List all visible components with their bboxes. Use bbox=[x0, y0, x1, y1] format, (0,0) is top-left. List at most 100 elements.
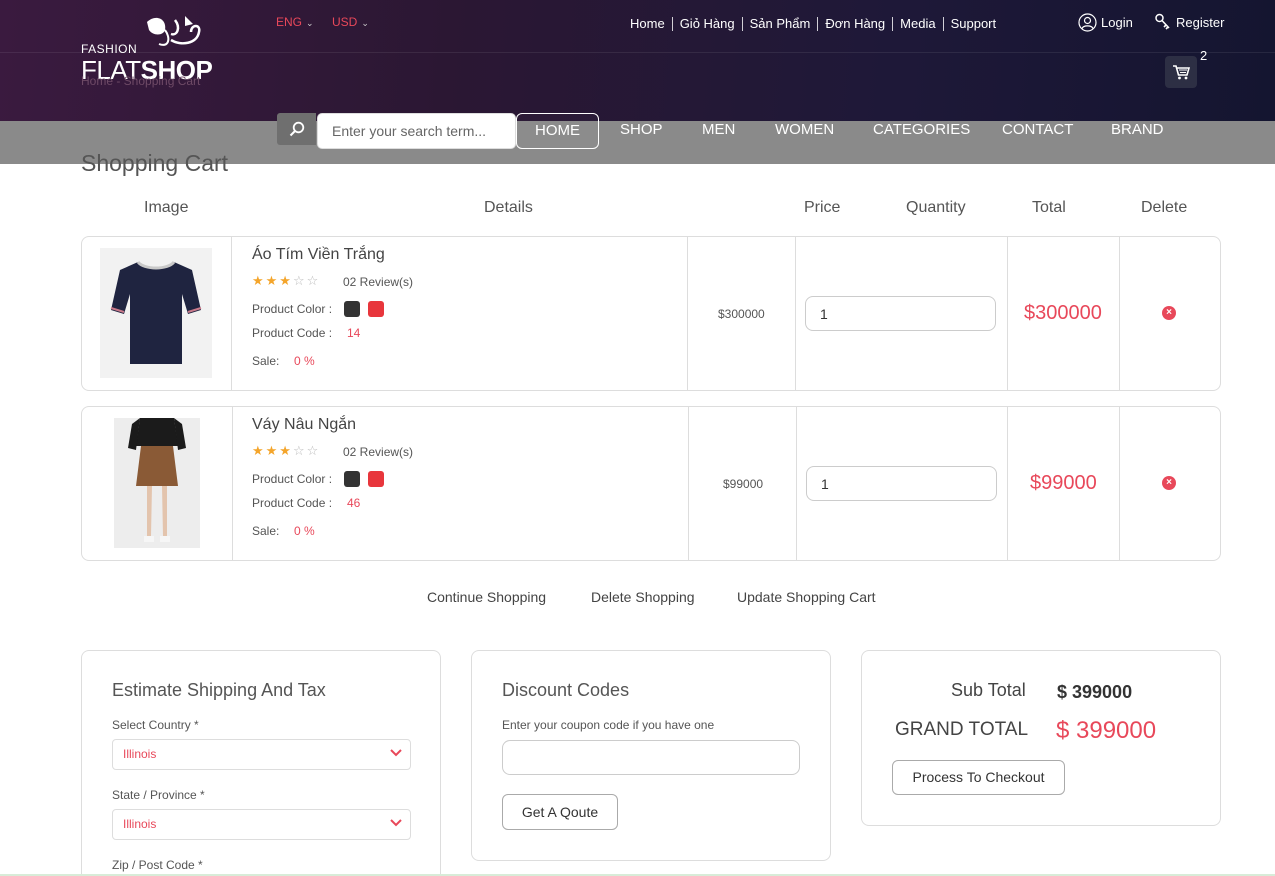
subtotal-label: Sub Total bbox=[951, 680, 1026, 700]
coupon-hint: Enter your coupon code if you have one bbox=[502, 718, 715, 732]
color-swatch-red[interactable] bbox=[368, 471, 384, 487]
top-nav-media[interactable]: Media bbox=[893, 16, 942, 31]
product-name[interactable]: Váy Nâu Ngắn bbox=[252, 416, 356, 434]
unit-price: $99000 bbox=[723, 477, 764, 491]
page-title: Shopping Cart bbox=[81, 150, 229, 176]
column-header-details: Details bbox=[484, 199, 533, 216]
cart-icon bbox=[1173, 65, 1190, 80]
top-nav-home[interactable]: Home bbox=[630, 16, 672, 31]
login-link[interactable]: Login bbox=[1078, 13, 1133, 32]
cell-divider bbox=[232, 407, 233, 560]
product-image-skirt[interactable] bbox=[114, 418, 200, 548]
top-nav: Home Giỏ Hàng Sản Phẩm Đơn Hàng Media Su… bbox=[630, 16, 1003, 31]
color-swatch-red[interactable] bbox=[368, 301, 384, 317]
register-label: Register bbox=[1176, 14, 1225, 30]
product-code-value: 14 bbox=[347, 326, 361, 340]
product-image-tshirt[interactable] bbox=[100, 248, 212, 378]
cart-row: Váy Nâu Ngắn ★★★☆☆ 02 Review(s) Product … bbox=[81, 406, 1221, 561]
main-nav-men[interactable]: MEN bbox=[702, 113, 735, 149]
product-color-label: Product Color : bbox=[252, 472, 333, 486]
grand-total-label: GRAND TOTAL bbox=[895, 719, 1029, 740]
cart-button[interactable] bbox=[1165, 56, 1197, 88]
cell-divider bbox=[796, 407, 797, 560]
main-nav-categories[interactable]: CATEGORIES bbox=[873, 113, 970, 149]
rating-stars: ★★★☆☆ bbox=[252, 443, 320, 459]
language-selector[interactable]: ENG ⌄ bbox=[276, 15, 314, 29]
product-color-label: Product Color : bbox=[252, 302, 333, 316]
product-code-label: Product Code : bbox=[252, 496, 333, 510]
star-filled-icon: ★★★ bbox=[252, 443, 293, 458]
sale-label: Sale: bbox=[252, 524, 280, 538]
top-nav-products[interactable]: Sản Phẩm bbox=[743, 16, 818, 31]
line-total: $99000 bbox=[1030, 472, 1097, 494]
shipping-panel: Estimate Shipping And Tax Select Country… bbox=[81, 650, 441, 876]
currency-selector[interactable]: USD ⌄ bbox=[332, 15, 369, 29]
cell-divider bbox=[1119, 407, 1120, 560]
user-icon bbox=[1078, 13, 1097, 32]
top-nav-orders[interactable]: Đơn Hàng bbox=[818, 16, 892, 31]
chevron-down-icon: ⌄ bbox=[306, 18, 314, 28]
delete-icon[interactable]: × bbox=[1162, 306, 1176, 320]
currency-value: USD bbox=[332, 15, 358, 29]
main-nav-women[interactable]: WOMEN bbox=[775, 113, 834, 149]
country-select[interactable]: Illinois bbox=[112, 739, 411, 770]
review-count[interactable]: 02 Review(s) bbox=[343, 275, 413, 289]
rating-stars: ★★★☆☆ bbox=[252, 273, 320, 289]
country-label: Select Country * bbox=[112, 718, 199, 732]
top-nav-support[interactable]: Support bbox=[944, 16, 1004, 31]
state-select[interactable]: Illinois bbox=[112, 809, 411, 840]
zip-label: Zip / Post Code * bbox=[112, 858, 203, 872]
sale-label: Sale: bbox=[252, 354, 280, 368]
line-total: $300000 bbox=[1024, 302, 1102, 324]
search-input[interactable] bbox=[317, 113, 516, 149]
review-count[interactable]: 02 Review(s) bbox=[343, 445, 413, 459]
quantity-input[interactable] bbox=[806, 466, 997, 501]
product-name[interactable]: Áo Tím Viền Trắng bbox=[252, 246, 385, 264]
summary-panel: Sub Total $ 399000 GRAND TOTAL $ 399000 … bbox=[861, 650, 1221, 826]
cell-divider bbox=[1119, 237, 1120, 390]
top-nav-cart[interactable]: Giỏ Hàng bbox=[673, 16, 742, 31]
unit-price: $300000 bbox=[718, 307, 765, 321]
column-header-price: Price bbox=[804, 199, 841, 216]
nav-separator bbox=[741, 16, 743, 31]
sale-value: 0 % bbox=[294, 524, 315, 538]
main-nav-home[interactable]: HOME bbox=[516, 113, 599, 149]
sale-value: 0 % bbox=[294, 354, 315, 368]
breadcrumb: Home - Shopping Cart bbox=[81, 74, 201, 88]
update-cart-link[interactable]: Update Shopping Cart bbox=[737, 589, 876, 605]
main-nav-shop[interactable]: SHOP bbox=[620, 113, 663, 149]
coupon-input[interactable] bbox=[502, 740, 800, 775]
checkout-button[interactable]: Process To Checkout bbox=[892, 760, 1065, 795]
state-value: Illinois bbox=[123, 817, 157, 831]
butterfly-icon bbox=[147, 16, 201, 46]
star-empty-icon: ☆☆ bbox=[292, 273, 321, 288]
discount-title: Discount Codes bbox=[502, 680, 630, 700]
nav-separator bbox=[942, 16, 944, 31]
star-empty-icon: ☆☆ bbox=[292, 443, 321, 458]
cell-divider bbox=[1007, 237, 1008, 390]
login-label: Login bbox=[1101, 15, 1133, 30]
quantity-input[interactable] bbox=[805, 296, 996, 331]
color-swatch-dark[interactable] bbox=[344, 301, 360, 317]
main-nav-contact[interactable]: CONTACT bbox=[1002, 113, 1073, 149]
nav-separator bbox=[817, 16, 819, 31]
cell-divider bbox=[231, 237, 232, 390]
cell-divider bbox=[795, 237, 796, 390]
delete-shopping-link[interactable]: Delete Shopping bbox=[591, 589, 695, 605]
get-quote-button[interactable]: Get A Qoute bbox=[502, 794, 618, 830]
delete-icon[interactable]: × bbox=[1162, 476, 1176, 490]
main-nav-brand[interactable]: BRAND bbox=[1111, 113, 1164, 149]
cart-row: Áo Tím Viền Trắng ★★★☆☆ 02 Review(s) Pro… bbox=[81, 236, 1221, 391]
chevron-down-icon bbox=[390, 819, 402, 827]
register-link[interactable]: Register bbox=[1154, 13, 1224, 31]
continue-shopping-link[interactable]: Continue Shopping bbox=[427, 589, 546, 605]
search-button[interactable] bbox=[277, 113, 316, 145]
grand-total-value: $ 399000 bbox=[1056, 717, 1157, 744]
key-icon bbox=[1155, 13, 1170, 30]
logo-tagline: FASHION bbox=[81, 42, 138, 56]
nav-separator bbox=[671, 16, 673, 31]
column-header-quantity: Quantity bbox=[906, 199, 966, 216]
cell-divider bbox=[1007, 407, 1008, 560]
color-swatch-dark[interactable] bbox=[344, 471, 360, 487]
product-code-label: Product Code : bbox=[252, 326, 333, 340]
